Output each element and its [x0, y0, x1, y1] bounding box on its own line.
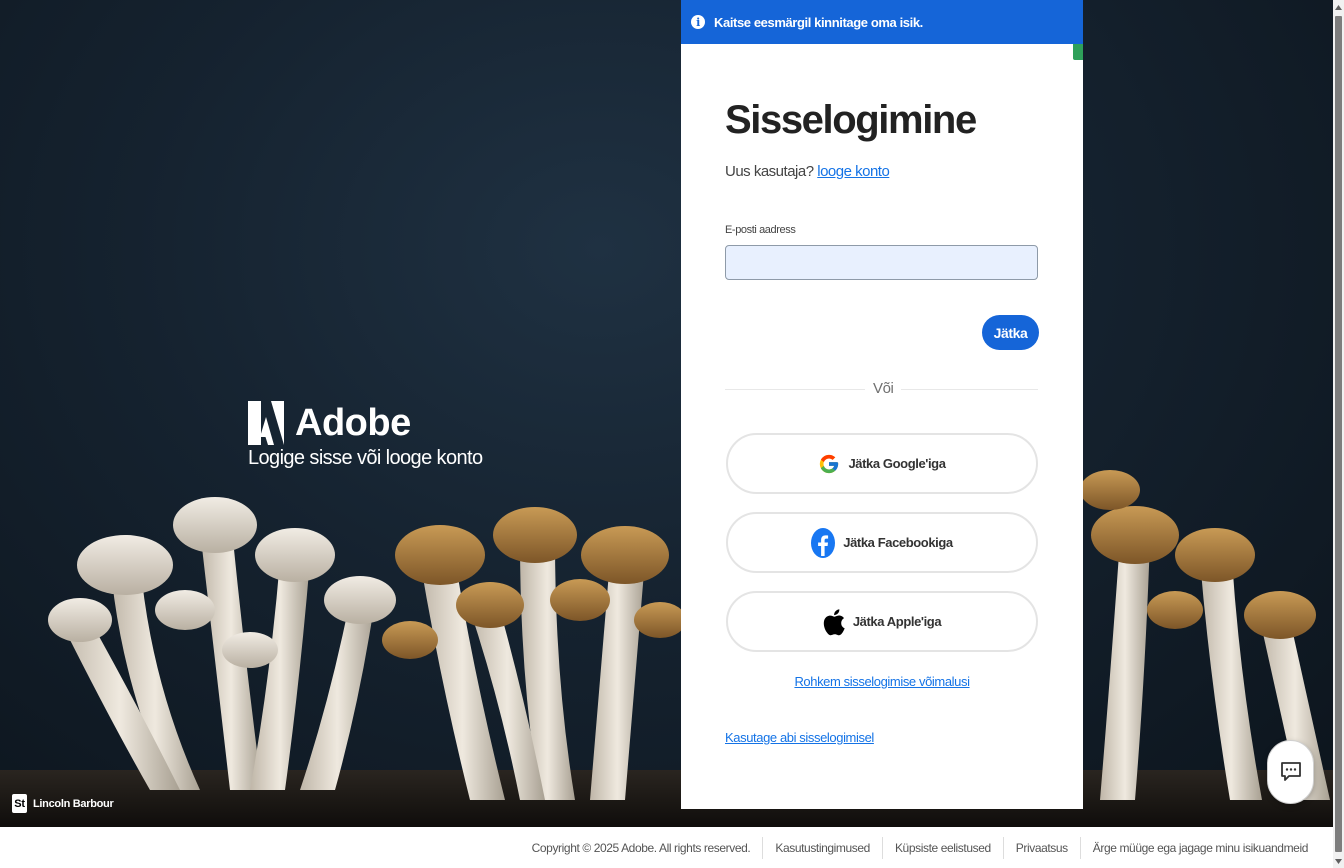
- new-user-line: Uus kasutaja? looge konto: [725, 163, 890, 180]
- footer-link-cookies[interactable]: Küpsiste eelistused: [895, 841, 991, 855]
- adobe-brand: Adobe Logige sisse või looge konto: [248, 401, 483, 470]
- scroll-thumb[interactable]: [1335, 16, 1342, 852]
- continue-facebook-button[interactable]: Jätka Facebookiga: [726, 512, 1038, 573]
- brand-tagline: Logige sisse või looge konto: [248, 447, 483, 469]
- facebook-label: Jätka Facebookiga: [843, 535, 953, 550]
- copyright-text: Copyright © 2025 Adobe. All rights reser…: [531, 840, 751, 855]
- footer-separator: [762, 836, 764, 859]
- create-account-link[interactable]: looge konto: [817, 163, 890, 180]
- google-label: Jätka Google'iga: [848, 456, 946, 471]
- footer-link-privacy[interactable]: Privaatsus: [1016, 841, 1068, 855]
- chat-icon: [1280, 762, 1301, 781]
- footer-separator: [1002, 836, 1004, 859]
- signin-help-link[interactable]: Kasutage abi sisselogimisel: [725, 730, 874, 745]
- adobe-logo-icon: [248, 401, 284, 445]
- or-label: Või: [865, 380, 902, 397]
- page-title: Sisselogimine: [725, 98, 977, 142]
- apple-label: Jätka Apple'iga: [852, 614, 942, 629]
- continue-google-button[interactable]: Jätka Google'iga: [726, 433, 1038, 494]
- photo-author[interactable]: Lincoln Barbour: [33, 798, 114, 810]
- page-scrollbar[interactable]: [1333, 0, 1344, 868]
- page-footer: Copyright © 2025 Adobe. All rights reser…: [0, 827, 1333, 868]
- scroll-down-icon[interactable]: [1333, 854, 1344, 868]
- signin-card: Sisselogimine Uus kasutaja? looge konto …: [681, 44, 1083, 809]
- background-photo: Adobe Logige sisse või looge konto St Li…: [0, 0, 1333, 827]
- continue-apple-button[interactable]: Jätka Apple'iga: [726, 591, 1038, 652]
- apple-icon: [823, 607, 845, 637]
- new-user-prompt: Uus kasutaja?: [725, 163, 814, 180]
- info-icon: i: [691, 15, 705, 29]
- photo-credit: St Lincoln Barbour: [12, 794, 114, 813]
- facebook-icon: [811, 527, 836, 558]
- more-signin-options-link[interactable]: Rohkem sisselogimise võimalusi: [681, 674, 1083, 689]
- chat-button[interactable]: [1267, 740, 1314, 804]
- footer-link-do-not-sell[interactable]: Ärge müüge ega jagage minu isikuandmeid: [1093, 841, 1309, 855]
- stock-badge-icon: St: [12, 794, 27, 813]
- email-label: E-posti aadress: [725, 224, 796, 236]
- email-field[interactable]: [725, 245, 1038, 280]
- footer-separator: [1079, 836, 1081, 859]
- footer-separator: [881, 836, 883, 859]
- continue-button[interactable]: Jätka: [982, 315, 1039, 350]
- footer-link-terms[interactable]: Kasutustingimused: [775, 841, 870, 855]
- scroll-up-icon[interactable]: [1333, 0, 1344, 14]
- mushroom-photo: [0, 470, 1333, 827]
- brand-name: Adobe: [295, 401, 411, 444]
- security-banner: i Kaitse eesmärgil kinnitage oma isik.: [681, 0, 1083, 44]
- banner-text: Kaitse eesmärgil kinnitage oma isik.: [714, 14, 923, 30]
- google-icon: [818, 452, 840, 476]
